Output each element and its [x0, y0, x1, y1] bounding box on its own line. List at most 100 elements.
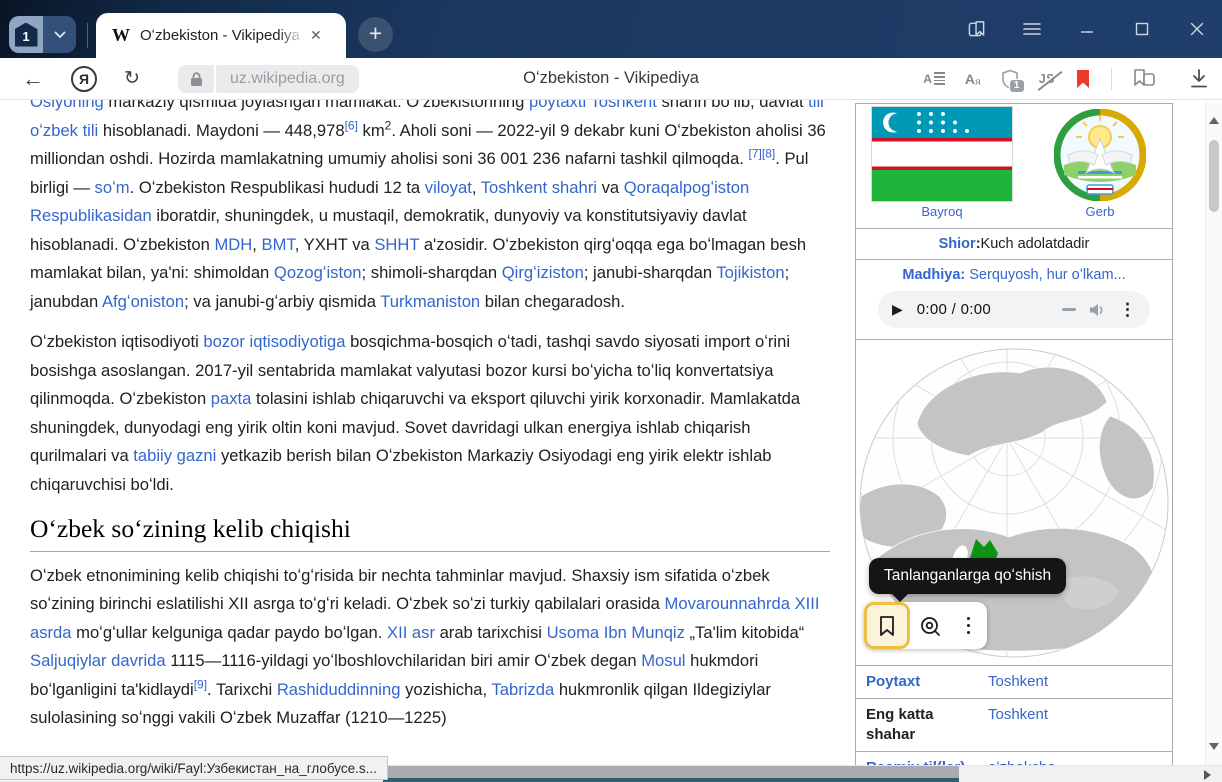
article-link[interactable]: bozor iqtisodiyotiga [203, 332, 345, 351]
row-value-link[interactable]: Toshkent [984, 705, 1172, 745]
article-link[interactable]: Qozogʻiston [274, 263, 362, 282]
scroll-down-arrow-icon[interactable] [1209, 743, 1219, 755]
new-tab-button[interactable]: + [358, 17, 393, 52]
menu-icon[interactable] [1023, 20, 1041, 38]
collections-icon[interactable] [1132, 68, 1156, 89]
article-link[interactable]: viloyat [425, 178, 472, 197]
tab-close-icon[interactable]: ✕ [310, 27, 322, 44]
article-text: markaziy qismida joylashgan mamlakat. Oʻ… [104, 100, 529, 111]
maximize-icon[interactable] [1133, 20, 1151, 38]
horizontal-scrollbar-thumb[interactable] [383, 766, 959, 782]
article-text: , YXHT va [295, 235, 375, 254]
tab-counter-dropdown[interactable] [43, 16, 76, 53]
flag-caption-link[interactable]: Bayroq [921, 204, 962, 219]
browser-tab[interactable]: W Oʻzbekiston - Vikipediya ✕ [96, 13, 346, 58]
article-link[interactable]: Osiyoning [30, 100, 104, 111]
shield-badge-count: 1 [1009, 79, 1025, 93]
page-content: Osiyoning markaziy qismida joylashgan ma… [0, 100, 1222, 782]
reader-mode-icon[interactable]: A [923, 70, 945, 86]
anthem-label-link[interactable]: Madhiya [902, 267, 960, 283]
article-link[interactable]: [7][8] [749, 149, 776, 168]
article-text: bilan chegaradosh. [480, 292, 625, 311]
close-window-icon[interactable] [1188, 20, 1206, 38]
motto-row: Shior: Kuch adolatdadir [856, 229, 1172, 260]
player-kebab-icon[interactable]: ⋮ [1119, 300, 1136, 320]
article-link[interactable]: Toshkent shahri [481, 178, 597, 197]
scroll-right-arrow-icon[interactable] [1204, 770, 1216, 780]
image-search-button[interactable] [910, 602, 950, 649]
back-button[interactable]: ← [22, 66, 44, 92]
yandex-logo-icon[interactable]: Я [71, 66, 97, 92]
article-link[interactable]: SHHT [374, 235, 419, 254]
side-panel-bookmark-icon[interactable] [968, 20, 986, 38]
article-link[interactable]: tabiiy gazni [133, 446, 216, 465]
address-bar[interactable]: uz.wikipedia.org [178, 65, 359, 93]
article-text: ; shimoli-sharqdan [362, 263, 502, 282]
article-text: Oʻzbekiston iqtisodiyoti [30, 332, 203, 351]
article-paragraph: Osiyoning markaziy qismida joylashgan ma… [30, 100, 830, 316]
article-text: ; janubi-sharqdan [584, 263, 717, 282]
download-icon[interactable] [1190, 69, 1208, 88]
article-link[interactable]: BMT [262, 235, 295, 254]
infobox-row-capital: Poytaxt Toshkent [856, 666, 1172, 699]
uzbekistan-emblem-image[interactable] [1054, 109, 1146, 201]
chevron-down-icon [54, 31, 66, 39]
row-label-link[interactable]: Poytaxt [856, 672, 984, 692]
article-link[interactable]: MDH [214, 235, 252, 254]
motto-label-link[interactable]: Shior [939, 236, 976, 252]
row-label: Eng katta shahar [856, 705, 984, 745]
article-link[interactable]: Usoma Ibn Munqiz [547, 623, 685, 642]
uzbekistan-flag-image[interactable] [872, 107, 1012, 201]
motto-text: Kuch adolatdadir [981, 236, 1090, 252]
article-text: hisoblanadi. Maydoni — 448,978 [98, 121, 344, 140]
browser-window: { "titlebar": { "tab_counter": "1", "fav… [0, 0, 1222, 782]
protect-shield-icon[interactable]: 1 [1001, 69, 1019, 89]
article-link[interactable]: Qirgʻiziston [502, 263, 584, 282]
section-heading: Oʻzbek soʻzining kelib chiqishi [30, 515, 830, 552]
tab-counter-shield: 1 [9, 16, 43, 53]
browser-titlebar: 1 W Oʻzbekiston - Vikipediya ✕ + [0, 0, 1222, 58]
article-text: , [252, 235, 261, 254]
status-url: https://uz.wikipedia.org/wiki/Fayl:Узбек… [10, 761, 377, 776]
article-paragraph: Oʻzbek etnonimining kelib chiqishi toʻgʻ… [30, 562, 830, 733]
article-link[interactable]: [6] [345, 121, 358, 140]
add-bookmark-button[interactable] [864, 602, 910, 649]
bookmark-flag-icon[interactable] [1075, 69, 1091, 89]
article-link[interactable]: [9] [194, 680, 207, 699]
article-link[interactable]: Rashiduddinning [277, 680, 401, 699]
url-text[interactable]: uz.wikipedia.org [216, 65, 359, 93]
play-icon[interactable]: ▶ [892, 301, 903, 318]
volume-slider[interactable] [1062, 308, 1076, 311]
anthem-title-link[interactable]: Serquyosh, hur oʻlkam... [965, 267, 1125, 283]
add-to-favorites-tooltip: Tanlanganlarga qoʻshish [869, 558, 1066, 594]
emblem-caption-link[interactable]: Gerb [1086, 204, 1115, 219]
scroll-up-arrow-icon[interactable] [1209, 112, 1219, 124]
article-link[interactable]: soʻm [95, 178, 130, 197]
article-text: ; va janubi-gʻarbiy qismida [184, 292, 380, 311]
article-link[interactable]: Mosul [641, 651, 685, 670]
lock-icon[interactable] [178, 65, 214, 93]
translate-icon[interactable]: Aя [965, 71, 981, 87]
audio-player[interactable]: ▶ 0:00 / 0:00 ⋮ [878, 291, 1150, 328]
reload-button[interactable]: ↻ [124, 67, 140, 90]
article-link[interactable]: poytaxti Toshkent [529, 100, 657, 111]
article-link[interactable]: Tojikiston [716, 263, 784, 282]
more-actions-button[interactable] [950, 602, 987, 649]
vertical-scrollbar[interactable] [1205, 102, 1222, 765]
article-text: va [597, 178, 624, 197]
article-link[interactable]: Turkmaniston [380, 292, 480, 311]
speaker-icon[interactable] [1089, 303, 1105, 317]
javascript-disabled-icon[interactable]: JS [1039, 72, 1055, 86]
tab-counter-button[interactable]: 1 [9, 16, 76, 53]
article-link[interactable]: Afgʻoniston [102, 292, 184, 311]
article-link[interactable]: Saljuqiylar davrida [30, 651, 166, 670]
article-text: . Tarixchi [207, 680, 277, 699]
minimize-icon[interactable] [1078, 20, 1096, 38]
vertical-scrollbar-thumb[interactable] [1209, 140, 1219, 212]
location-map-row: Tanlanganlarga qoʻshish [856, 340, 1172, 666]
article-link[interactable]: paxta [211, 389, 252, 408]
article-link[interactable]: XII asr [387, 623, 435, 642]
article-text: shahri boʻlib, davlat [657, 100, 808, 111]
article-link[interactable]: Tabrizda [491, 680, 554, 699]
row-value-link[interactable]: Toshkent [984, 672, 1172, 692]
